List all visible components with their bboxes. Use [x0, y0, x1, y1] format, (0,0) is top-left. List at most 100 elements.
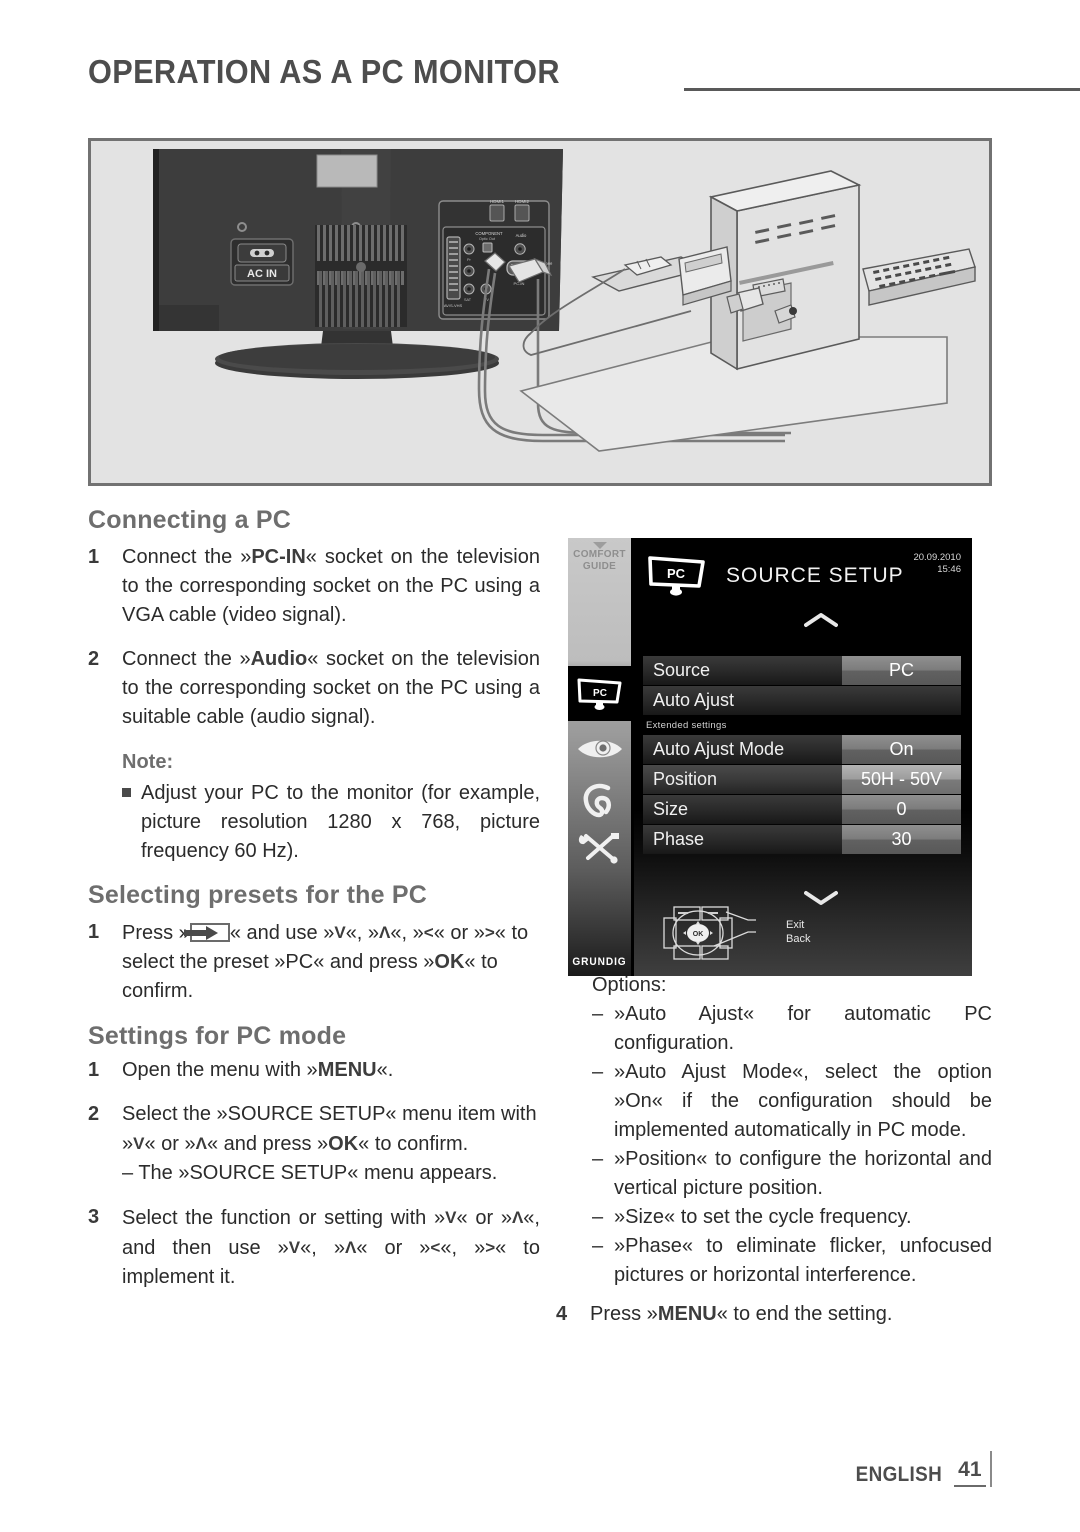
- sidebar-item-pc[interactable]: PC: [568, 666, 631, 721]
- osd-row-label: Source: [643, 656, 842, 685]
- osd-row-phase[interactable]: Phase 30: [643, 825, 961, 854]
- step-open-menu: 1 Open the menu with »MENU«.: [88, 1056, 540, 1085]
- down-arrow-glyph: V: [288, 1238, 301, 1257]
- pc-monitor-icon: PC: [577, 678, 621, 710]
- option-item-size: – »Size« to set the cycle frequency.: [592, 1203, 992, 1232]
- up-arrow-glyph: Λ: [195, 1134, 207, 1153]
- step-text: Press » « and use »V«, »Λ«, »<« or »>« to…: [122, 918, 540, 1006]
- ac-in-socket: AC IN: [230, 238, 294, 286]
- s3-3-part-e: « or »: [356, 1237, 431, 1259]
- osd-row-value: On: [842, 735, 961, 764]
- section-title-connecting-a-pc: Connecting a PC: [88, 506, 292, 534]
- chevron-up-icon[interactable]: [804, 612, 838, 628]
- step-connect-pc-in: 1 Connect the »PC-IN« socket on the tele…: [88, 543, 540, 630]
- sidebar-item-picture[interactable]: [568, 736, 631, 767]
- option-text: »Phase« to eliminate flicker, unfocused …: [614, 1235, 992, 1286]
- chevron-down-icon[interactable]: [804, 890, 838, 906]
- step-number: 3: [88, 1206, 100, 1228]
- osd-main-panel: PC SOURCE SETUP 20.09.2010 15:46 Source …: [634, 538, 972, 976]
- option-item-phase: – »Phase« to eliminate flicker, unfocuse…: [592, 1232, 992, 1290]
- section-title-settings-pc-mode: Settings for PC mode: [88, 1022, 347, 1050]
- note-block: Note: Adjust your PC to the monitor (for…: [122, 747, 540, 866]
- svg-text:AV/S-VHS: AV/S-VHS: [444, 303, 463, 308]
- step-number: 2: [88, 648, 100, 670]
- s2-part-c: «, »: [345, 922, 380, 944]
- dash-bullet: –: [592, 1235, 604, 1257]
- down-arrow-glyph: V: [133, 1134, 145, 1153]
- osd-row-source[interactable]: Source PC: [643, 656, 961, 685]
- osd-row-value: 0: [842, 795, 961, 824]
- audio-token: Audio: [250, 648, 308, 670]
- step-text: Connect the »Audio« socket on the televi…: [122, 645, 540, 732]
- left-arrow-glyph: <: [423, 923, 434, 942]
- sidebar-item-settings[interactable]: [568, 830, 631, 869]
- left-column: Connecting a PC 1 Connect the »PC-IN« so…: [88, 505, 540, 1307]
- ear-icon: [583, 783, 611, 818]
- svg-text:COMPONENT: COMPONENT: [475, 231, 503, 236]
- footer-language: ENGLISH: [855, 1463, 943, 1486]
- step-number: 1: [88, 1059, 100, 1081]
- step-select-preset: 1 Press » « and use »V«, »Λ«, »<« or »>« …: [88, 918, 540, 1006]
- osd-row-position[interactable]: Position 50H - 50V: [643, 765, 961, 794]
- comfort-guide-line1: COMFORT: [573, 549, 626, 560]
- page-title: OPERATION AS A PC MONITOR: [88, 53, 560, 90]
- navigation-pad-diagram: OK: [663, 906, 756, 960]
- step2-part-a: Connect the »: [122, 648, 251, 670]
- osd-row-size[interactable]: Size 0: [643, 795, 961, 824]
- step4-part-b: « to end the setting.: [716, 1303, 893, 1325]
- option-item-position: – »Position« to configure the horizontal…: [592, 1145, 992, 1203]
- down-arrow-glyph: V: [334, 923, 346, 942]
- svg-text:AC IN: AC IN: [247, 268, 277, 280]
- osd-header: PC SOURCE SETUP: [646, 554, 904, 598]
- svg-text:Optic Out: Optic Out: [479, 237, 496, 241]
- s3-2-part-c: « and press »: [206, 1133, 329, 1155]
- s3-1-part-b: «.: [376, 1059, 394, 1081]
- dash-bullet: –: [592, 1206, 604, 1228]
- s2-part-a: Press »: [122, 922, 190, 944]
- osd-extended-settings-label: Extended settings: [646, 720, 727, 731]
- svg-text:SAT: SAT: [464, 298, 472, 302]
- s3-2-part-d: « to confirm.: [358, 1133, 469, 1155]
- step-press-menu-end: 4 Press »MENU« to end the setting.: [556, 1300, 992, 1329]
- grundig-logo: GRUNDIG: [572, 956, 627, 968]
- ok-token: OK: [328, 1133, 359, 1155]
- svg-text:PC: PC: [667, 566, 686, 581]
- osd-row-value: 30: [842, 825, 961, 854]
- osd-nav-exit-label: Exit: [786, 919, 805, 931]
- vent-grille: [315, 225, 407, 327]
- osd-row-label: Phase: [643, 825, 842, 854]
- right-arrow-glyph: >: [485, 1238, 496, 1257]
- page-number: 41: [958, 1458, 982, 1481]
- step-number: 1: [88, 546, 100, 568]
- osd-row-auto-ajust[interactable]: Auto Ajust: [643, 686, 961, 715]
- osd-row-auto-ajust-mode[interactable]: Auto Ajust Mode On: [643, 735, 961, 764]
- osd-row-label: Auto Ajust Mode: [643, 735, 842, 764]
- s3-1-part-a: Open the menu with »: [122, 1059, 318, 1081]
- step-select-source-setup: 2 Select the »SOURCE SETUP« menu item wi…: [88, 1100, 540, 1188]
- step-text: Connect the »PC-IN« socket on the televi…: [122, 543, 540, 630]
- menu-token: MENU: [657, 1303, 717, 1325]
- option-text: »Auto Ajust Mode«, select the option »On…: [614, 1061, 992, 1141]
- osd-row-label: Auto Ajust: [643, 686, 961, 715]
- svg-text:PC: PC: [593, 688, 607, 699]
- right-arrow-glyph: >: [484, 923, 495, 942]
- up-arrow-glyph: Λ: [379, 923, 391, 942]
- tv-pc-illustration: AC IN HDMI1 HDMI2 AV/S-VHS COMPONENT Opt…: [91, 141, 989, 483]
- menu-token: MENU: [317, 1059, 377, 1081]
- osd-row-value: 50H - 50V: [842, 765, 961, 794]
- option-text: »Size« to set the cycle frequency.: [614, 1206, 912, 1228]
- left-arrow-glyph: <: [430, 1238, 441, 1257]
- step1-part-a: Connect the »: [122, 546, 252, 568]
- up-arrow-glyph: Λ: [344, 1238, 357, 1257]
- sidebar-item-sound[interactable]: [568, 782, 631, 823]
- step-number: 1: [88, 921, 100, 943]
- down-arrow-glyph: V: [445, 1208, 457, 1227]
- osd-time: 15:46: [937, 564, 961, 575]
- s3-3-part-f: «, »: [440, 1237, 486, 1259]
- step-connect-audio: 2 Connect the »Audio« socket on the tele…: [88, 645, 540, 732]
- option-item-auto-ajust-mode: – »Auto Ajust Mode«, select the option »…: [592, 1058, 992, 1145]
- osd-datetime: 20.09.2010 15:46: [913, 552, 961, 576]
- pc-tower: [708, 170, 862, 371]
- step-text: Open the menu with »MENU«.: [122, 1056, 540, 1085]
- s3-2-subline: – The »SOURCE SETUP« menu appears.: [122, 1162, 498, 1184]
